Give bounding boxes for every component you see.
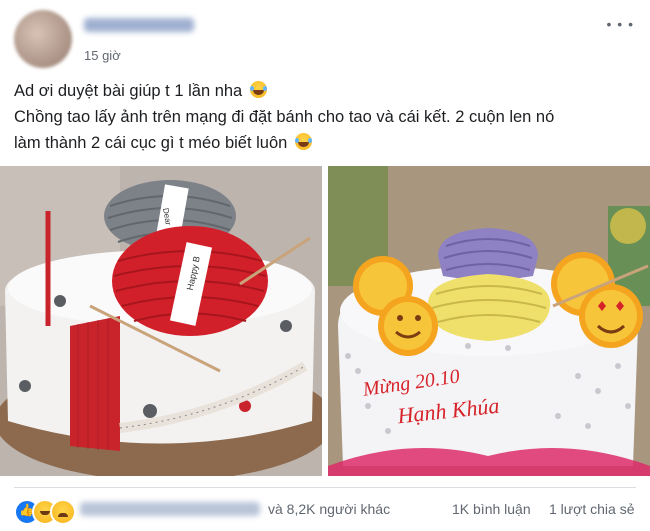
post-footer: và 8,2K người khác 1K bình luận 1 lượt c… — [14, 493, 636, 529]
sad-mouth — [58, 513, 68, 517]
knitting-cake-illustration: Dear Happy B — [0, 166, 322, 476]
post-text-line-3-content: làm thành 2 cái cục gì t méo biết luôn — [14, 134, 288, 152]
sad-icon — [50, 499, 76, 525]
comment-count[interactable]: 1K bình luận — [452, 501, 531, 517]
rolling-laughing-emoji-icon — [294, 133, 312, 150]
post-text: Ad ơi duyệt bài giúp t 1 lần nha Chồng t… — [14, 78, 634, 156]
facebook-post: 15 giờ • • • Ad ơi duyệt bài giúp t 1 lầ… — [0, 0, 650, 531]
share-count[interactable]: 1 lượt chia sẻ — [549, 501, 634, 517]
post-timestamp[interactable]: 15 giờ — [84, 48, 121, 63]
post-text-line-3: làm thành 2 cái cục gì t méo biết luôn — [14, 130, 634, 156]
reactor-names-blurred[interactable] — [80, 502, 260, 516]
post-text-line-1: Ad ơi duyệt bài giúp t 1 lần nha — [14, 78, 634, 104]
footer-divider — [14, 487, 636, 488]
author-name-blurred[interactable] — [84, 18, 194, 32]
photo-knitting-cake-result[interactable]: Mừng 20.10 Hạnh Khúa — [328, 166, 650, 476]
post-text-line-2: Chồng tao lấy ảnh trên mạng đi đặt bánh … — [14, 108, 555, 126]
lilac-cream-mound — [438, 228, 538, 280]
result-cake-illustration: Mừng 20.10 Hạnh Khúa — [328, 166, 650, 476]
reaction-count[interactable]: và 8,2K người khác — [268, 501, 390, 517]
post-header: 15 giờ • • • — [14, 10, 634, 70]
photo-knitting-cake-reference[interactable]: Dear Happy B — [0, 166, 322, 476]
post-text-line-1-content: Ad ơi duyệt bài giúp t 1 lần nha — [14, 82, 243, 100]
more-options-icon[interactable]: • • • — [607, 16, 634, 32]
rolling-laughing-emoji-icon — [249, 81, 267, 98]
haha-mouth — [40, 511, 50, 515]
avatar[interactable] — [14, 10, 72, 68]
